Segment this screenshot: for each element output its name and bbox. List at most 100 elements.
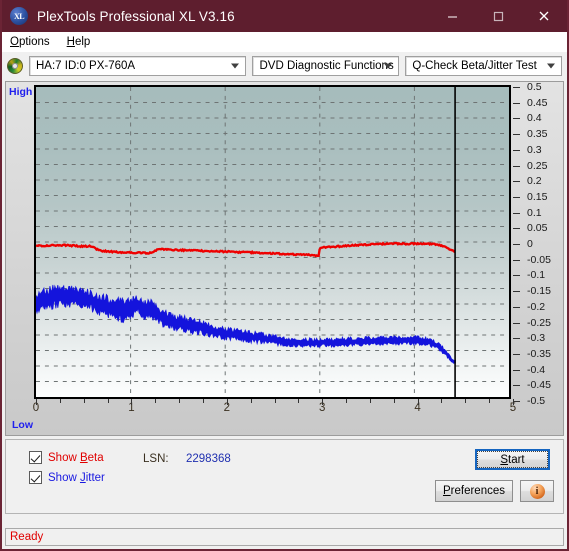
x-tick-mark	[393, 399, 395, 403]
status-bar: Ready	[5, 528, 564, 546]
x-tick-mark	[298, 399, 300, 403]
y-tick-label: 0.15	[527, 190, 548, 203]
y-tick-label: -0.45	[527, 379, 551, 392]
y-tick-mark	[513, 165, 520, 167]
preferences-button[interactable]: Preferences	[435, 480, 513, 502]
y-tick-label: 0.05	[527, 222, 548, 235]
y-tick-label: -0.1	[527, 269, 546, 282]
axis-label-low: Low	[12, 419, 33, 431]
y-tick-mark	[513, 181, 520, 183]
lsn-label: LSN:	[143, 453, 169, 465]
x-tick-mark	[417, 399, 419, 405]
y-tick-label: -0.05	[527, 253, 551, 266]
test-select-value: Q-Check Beta/Jitter Test	[412, 59, 537, 72]
x-tick-mark	[226, 399, 228, 405]
function-select[interactable]: DVD Diagnostic Functions	[252, 55, 400, 76]
x-tick-mark	[83, 399, 85, 403]
menu-item-options[interactable]: Options	[7, 35, 58, 49]
function-select-value: DVD Diagnostic Functions	[259, 59, 394, 72]
y-tick-label: -0.3	[527, 332, 546, 345]
show-jitter-label: Show Jitter	[48, 471, 105, 484]
window-title: PlexTools Professional XL V3.16	[37, 8, 235, 24]
y-tick-mark	[513, 259, 520, 261]
status-text: Ready	[10, 531, 44, 543]
close-icon[interactable]	[521, 0, 567, 32]
minimize-icon[interactable]	[429, 0, 475, 32]
lsn-value: 2298368	[186, 453, 231, 465]
y-tick-mark	[513, 353, 520, 355]
drive-select[interactable]: HA:7 ID:0 PX-760A	[29, 55, 247, 76]
preferences-button-label: Preferences	[442, 485, 505, 497]
x-tick-mark	[369, 399, 371, 403]
y-tick-label: 0.5	[527, 81, 542, 93]
x-tick-mark	[107, 399, 109, 403]
x-tick-mark	[155, 399, 157, 403]
menu-bar: Options Help	[2, 32, 567, 52]
info-button[interactable]: i	[520, 480, 554, 502]
x-tick-mark	[465, 399, 467, 403]
data-series	[36, 87, 456, 397]
y-tick-mark	[513, 102, 520, 104]
y-tick-label: -0.2	[527, 300, 546, 313]
y-tick-label: -0.35	[527, 347, 551, 360]
x-tick-mark	[441, 399, 443, 403]
info-icon: i	[529, 483, 545, 499]
window-controls	[429, 0, 567, 32]
toolbar: HA:7 ID:0 PX-760A DVD Diagnostic Functio…	[2, 52, 567, 79]
start-button-label: Start	[477, 451, 548, 468]
y-tick-label: 0.1	[527, 206, 542, 219]
x-tick-mark	[322, 399, 324, 405]
y-tick-label: 0.2	[527, 175, 542, 188]
y-tick-label: -0.4	[527, 363, 546, 376]
x-tick-mark	[250, 399, 252, 403]
y-tick-mark	[513, 385, 520, 387]
show-beta-checkbox[interactable]: Show Beta	[29, 451, 104, 464]
y-tick-mark	[513, 275, 520, 277]
y-tick-label: 0.25	[527, 159, 548, 172]
x-tick-mark	[36, 399, 37, 405]
application-window: XL PlexTools Professional XL V3.16 Optio…	[0, 0, 569, 551]
y-tick-mark	[513, 87, 520, 88]
menu-item-help[interactable]: Help	[64, 35, 99, 49]
show-jitter-checkbox[interactable]: Show Jitter	[29, 471, 105, 484]
y-tick-mark	[513, 134, 520, 136]
checkbox-box[interactable]	[29, 451, 42, 464]
series-jitter	[36, 284, 456, 364]
y-tick-mark	[513, 369, 520, 371]
x-tick-mark	[59, 399, 61, 403]
y-tick-mark	[513, 338, 520, 340]
series-beta	[36, 241, 456, 258]
start-button[interactable]: Start	[475, 449, 550, 470]
chevron-down-icon	[384, 63, 393, 68]
y-tick-mark	[513, 306, 520, 308]
y-tick-mark	[513, 291, 520, 293]
x-tick-mark	[179, 399, 181, 403]
y-tick-label: -0.25	[527, 316, 551, 329]
x-tick-mark	[513, 399, 514, 405]
drive-select-value: HA:7 ID:0 PX-760A	[36, 59, 136, 72]
y-tick-label: -0.5	[527, 395, 546, 407]
axis-label-high: High	[9, 86, 33, 98]
y-tick-mark	[513, 149, 520, 151]
y-tick-label: 0.45	[527, 96, 548, 109]
y-tick-label: 0.35	[527, 128, 548, 141]
plot-area[interactable]	[34, 85, 511, 399]
show-beta-label: Show Beta	[48, 451, 104, 464]
x-tick-mark	[274, 399, 276, 403]
chevron-down-icon	[547, 63, 555, 68]
y-tick-mark	[513, 244, 520, 245]
y-tick-label: 0.3	[527, 143, 542, 156]
y-tick-mark	[513, 118, 520, 120]
maximize-icon[interactable]	[475, 0, 521, 32]
y-tick-mark	[513, 212, 520, 214]
x-tick-mark	[131, 399, 133, 405]
checkbox-box[interactable]	[29, 471, 42, 484]
x-tick-mark	[202, 399, 204, 403]
y-tick-label: 0	[527, 238, 533, 250]
title-bar: XL PlexTools Professional XL V3.16	[2, 0, 567, 32]
y-tick-mark	[513, 322, 520, 324]
y-tick-mark	[513, 196, 520, 198]
controls-panel: Show Beta Show Jitter LSN: 2298368 Start…	[5, 439, 564, 514]
y-tick-mark	[513, 228, 520, 230]
test-select[interactable]: Q-Check Beta/Jitter Test	[405, 55, 562, 76]
